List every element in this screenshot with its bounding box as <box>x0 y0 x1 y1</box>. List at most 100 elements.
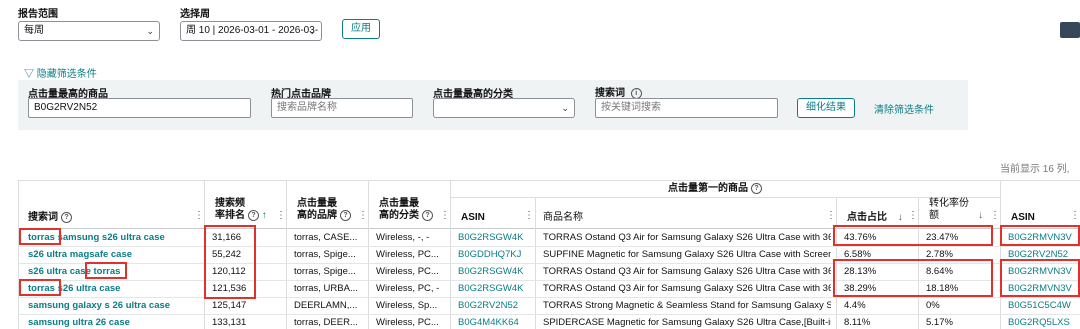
apply-button[interactable]: 应用 <box>342 19 380 39</box>
search-term-link[interactable]: samsung ultra 26 case <box>28 314 200 329</box>
col-header-brand-line1: 点击量最 <box>297 198 337 209</box>
col-header-top-brand[interactable]: 点击量最 高的品牌? <box>297 198 351 222</box>
column-menu-icon[interactable]: ⋮ <box>990 210 1000 221</box>
search-term-part: s26 ultra case <box>28 266 94 277</box>
highlight-box <box>1000 225 1080 246</box>
most-clicked-product-input[interactable]: B0G2RV2N52 <box>28 98 251 118</box>
col-header-top-category[interactable]: 点击量最 高的分类? <box>379 198 433 222</box>
sort-up-icon[interactable]: ↑ <box>262 210 267 221</box>
search-term-part: samsung galaxy s 26 ultra case <box>28 300 171 311</box>
col-header-asin[interactable]: ASIN <box>461 212 485 224</box>
click-share-cell: 4.4% <box>844 300 866 311</box>
chevron-down-icon: ⌄ <box>561 103 569 113</box>
asin-link[interactable]: B0GDDHQ7KJ <box>458 246 532 263</box>
asin-link[interactable]: B0G2RSGW4K <box>458 229 532 246</box>
columns-shown-text: 当前显示 16 列, <box>1000 164 1070 175</box>
search-term-part: samsung ultra 26 case <box>28 317 130 328</box>
product-name-cell: SPIDERCASE Magnetic for Samsung Galaxy S… <box>543 317 831 328</box>
info-icon[interactable]: ? <box>61 212 72 223</box>
highlight-box <box>833 259 993 297</box>
week-value: 周 10 | 2026-03-01 - 2026-03- <box>186 25 319 36</box>
search-term-link[interactable]: s26 ultra magsafe case <box>28 246 200 263</box>
column-menu-icon[interactable]: ⋮ <box>276 210 286 221</box>
report-range-select[interactable]: 每周 ⌄ <box>18 21 160 41</box>
product-name-cell: TORRAS Ostand Q3 Air for Samsung Galaxy … <box>543 266 831 277</box>
col-header-search-term[interactable]: 搜索词? <box>28 212 72 224</box>
column-menu-icon[interactable]: ⋮ <box>826 210 836 221</box>
chevron-down-icon: ⌄ <box>146 26 154 36</box>
column-menu-icon[interactable]: ⋮ <box>908 210 918 221</box>
col-header-conversion-share[interactable]: 转化率份 额 <box>929 198 969 222</box>
col-header-product-name[interactable]: 商品名称 <box>543 212 583 224</box>
asin-link[interactable]: B0G4M4KK64 <box>458 314 532 329</box>
table-row: samsung ultra 26 case 133,131 torras, DEER… <box>18 314 1080 329</box>
col-header-asin-2[interactable]: ASIN <box>1011 212 1035 224</box>
table-row: samsung galaxy s 26 ultra case 125,147 DEE… <box>18 297 1080 315</box>
report-range-value: 每周 <box>24 25 44 36</box>
conversion-share-cell: 5.17% <box>926 317 953 328</box>
asin-link[interactable]: B0G2RSGW4K <box>458 280 532 297</box>
info-icon[interactable]: ? <box>248 210 259 221</box>
col-header-search-freq-rank[interactable]: 搜索频 率排名? ↑ <box>215 198 267 222</box>
dark-action-button[interactable] <box>1060 22 1080 38</box>
clear-filters-link[interactable]: 清除筛选条件 <box>874 101 934 116</box>
highlight-box <box>833 225 993 246</box>
column-menu-icon[interactable]: ⋮ <box>194 210 204 221</box>
info-icon[interactable]: ? <box>751 183 762 194</box>
top-brand-cell: torras, DEER... <box>294 317 358 328</box>
search-term-link[interactable]: samsung galaxy s 26 ultra case <box>28 297 200 314</box>
highlight-box <box>1000 259 1080 297</box>
info-icon[interactable]: ? <box>340 210 351 221</box>
info-icon[interactable]: ? <box>422 210 433 221</box>
hide-filters-toggle[interactable]: ▽ 隐藏筛选条件 <box>24 65 97 80</box>
top-brand-cell: torras, Spige... <box>294 266 356 277</box>
asin-link[interactable]: B0G2RSGW4K <box>458 263 532 280</box>
top-category-cell: Wireless, -, - <box>376 232 430 243</box>
product-name-cell: TORRAS Strong Magnetic & Seamless Stand … <box>543 300 831 311</box>
sort-down-icon[interactable]: ↓ <box>978 210 983 221</box>
chevron-down-icon: ⌄ <box>308 26 316 36</box>
search-terms-table: 点击量第一的商品? 搜索词? ⋮ 搜索频 率排名? ↑ ⋮ 点击量最 高的品牌?… <box>18 180 1080 329</box>
top-category-cell: Wireless, PC... <box>376 249 439 260</box>
refine-results-button[interactable]: 细化结果 <box>797 98 855 118</box>
top-brand-cell: torras, URBA... <box>294 283 358 294</box>
col-header-click-share[interactable]: 点击占比 ↓ <box>847 212 903 224</box>
conversion-share-cell: 0% <box>926 300 940 311</box>
search-freq-rank-cell: 133,131 <box>212 317 247 328</box>
column-menu-icon[interactable]: ⋮ <box>524 210 534 221</box>
search-term-filter-label-wrap: 搜索词 i <box>595 84 642 99</box>
group-header-top-product: 点击量第一的商品? <box>668 183 762 195</box>
highlight-box <box>19 228 61 245</box>
top-brand-cell: DEERLAMN,... <box>294 300 358 311</box>
col-header-category-line2: 高的分类 <box>379 210 419 222</box>
search-term-input[interactable]: 按关键词搜索 <box>595 98 778 118</box>
product-name-cell: TORRAS Ostand Q3 Air for Samsung Galaxy … <box>543 232 831 243</box>
top-category-select[interactable]: ⌄ <box>433 98 575 118</box>
asin-link[interactable]: B0G2RV2N52 <box>458 297 532 314</box>
column-menu-icon[interactable]: ⋮ <box>1070 210 1080 221</box>
col-header-conv-line2: 额 <box>929 210 939 221</box>
hide-filters-label: 隐藏筛选条件 <box>36 69 97 80</box>
sort-down-icon[interactable]: ↓ <box>898 212 903 223</box>
asin-link-2[interactable]: B0G51C5C4W <box>1008 297 1080 314</box>
search-freq-rank-cell: 125,147 <box>212 300 247 311</box>
col-header-rank-line1: 搜索频 <box>215 198 245 209</box>
top-category-cell: Wireless, PC... <box>376 317 439 328</box>
select-week-label: 选择周 <box>180 9 210 20</box>
asin-link-2[interactable]: B0G2RQ5LXS <box>1008 314 1080 329</box>
column-menu-icon[interactable]: ⋮ <box>440 210 450 221</box>
week-select[interactable]: 周 10 | 2026-03-01 - 2026-03- ⌄ <box>180 21 322 41</box>
highlight-box <box>85 262 127 279</box>
click-share-cell: 8.11% <box>844 317 871 328</box>
hot-brand-input[interactable]: 搜索品牌名称 <box>271 98 413 118</box>
filter-icon: ▽ <box>24 69 34 80</box>
search-term-part: samsung s26 ultra case <box>54 232 165 243</box>
highlight-box <box>204 225 256 299</box>
group-header-label: 点击量第一的商品 <box>668 183 748 195</box>
search-term-part: s26 ultra magsafe case <box>28 249 133 260</box>
column-menu-icon[interactable]: ⋮ <box>358 210 368 221</box>
product-name-cell: SUPFINE Magnetic for Samsung Galaxy S26 … <box>543 249 831 260</box>
col-header-search-term-label: 搜索词 <box>28 212 58 224</box>
top-category-cell: Wireless, PC, - <box>376 283 440 294</box>
report-range-label: 报告范围 <box>18 9 58 20</box>
